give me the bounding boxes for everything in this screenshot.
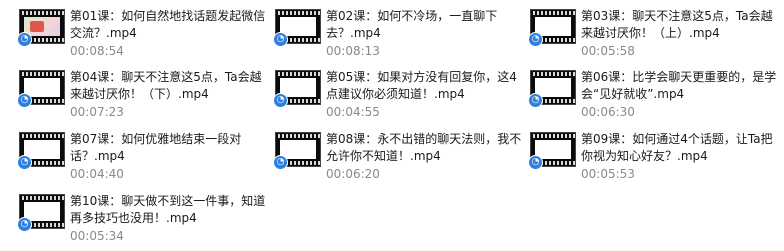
- play-overlay-icon: ◔: [528, 155, 543, 170]
- file-name: 第10课：聊天做不到这一件事，知道再多技巧也没用！.mp4: [70, 194, 266, 225]
- play-overlay-icon: ◔: [273, 93, 288, 108]
- video-file-grid: ◔ 第01课：如何自然地找话题发起微信交流？.mp4 00:08:54 ◔ 第0…: [0, 0, 784, 251]
- play-overlay-icon: ◔: [273, 32, 288, 47]
- file-name: 第06课：比学会聊天更重要的，是学会“见好就收”.mp4: [581, 70, 777, 101]
- play-overlay-icon: ◔: [528, 32, 543, 47]
- file-duration: 00:08:54: [70, 44, 124, 58]
- file-name: 第03课：聊天不注意这5点，Ta会越来越讨厌你！（上）.mp4: [581, 9, 773, 40]
- video-file-icon: ◔: [273, 70, 321, 108]
- file-duration: 00:06:20: [326, 167, 380, 181]
- play-overlay-icon: ◔: [17, 217, 32, 232]
- play-overlay-icon: ◔: [17, 155, 32, 170]
- file-name: 第07课：如何优雅地结束一段对话？.mp4: [70, 132, 242, 163]
- video-file-item[interactable]: ◔ 第07课：如何优雅地结束一段对话？.mp4 00:04:40: [16, 123, 266, 181]
- video-file-item[interactable]: ◔ 第02课：如何不冷场，一直聊下去？.mp4 00:08:13: [272, 0, 522, 58]
- play-overlay-icon: ◔: [17, 93, 32, 108]
- file-duration: 00:08:13: [326, 44, 380, 58]
- file-duration: 00:05:58: [581, 44, 635, 58]
- play-overlay-icon: ◔: [17, 32, 32, 47]
- file-duration: 00:05:53: [581, 167, 635, 181]
- video-file-item[interactable]: ◔ 第05课：如果对方没有回复你，这4点建议你必须知道！.mp4 00:04:5…: [272, 61, 522, 119]
- file-duration: 00:04:55: [326, 105, 380, 119]
- video-file-icon: ◔: [528, 9, 576, 47]
- file-duration: 00:06:30: [581, 105, 635, 119]
- video-file-icon: ◔: [17, 9, 65, 47]
- file-duration: 00:07:23: [70, 105, 124, 119]
- file-name: 第08课：永不出错的聊天法则，我不允许你不知道！.mp4: [326, 132, 522, 163]
- play-overlay-icon: ◔: [273, 155, 288, 170]
- video-file-item[interactable]: ◔ 第09课：如何通过4个话题，让Ta把你视为知心好友？.mp4 00:05:5…: [527, 123, 777, 181]
- file-name: 第01课：如何自然地找话题发起微信交流？.mp4: [70, 9, 266, 40]
- video-file-item[interactable]: ◔ 第08课：永不出错的聊天法则，我不允许你不知道！.mp4 00:06:20: [272, 123, 522, 181]
- video-file-icon: ◔: [528, 70, 576, 108]
- video-file-icon: ◔: [528, 132, 576, 170]
- file-name: 第09课：如何通过4个话题，让Ta把你视为知心好友？.mp4: [581, 132, 773, 163]
- video-file-icon: ◔: [273, 9, 321, 47]
- video-file-icon: ◔: [17, 70, 65, 108]
- file-name: 第05课：如果对方没有回复你，这4点建议你必须知道！.mp4: [326, 70, 517, 101]
- file-name: 第02课：如何不冷场，一直聊下去？.mp4: [326, 9, 498, 40]
- video-file-item[interactable]: ◔ 第04课：聊天不注意这5点，Ta会越来越讨厌你！（下）.mp4 00:07:…: [16, 61, 266, 119]
- play-overlay-icon: ◔: [528, 93, 543, 108]
- video-file-icon: ◔: [17, 132, 65, 170]
- video-file-icon: ◔: [273, 132, 321, 170]
- video-file-item[interactable]: ◔ 第03课：聊天不注意这5点，Ta会越来越讨厌你！（上）.mp4 00:05:…: [527, 0, 777, 58]
- file-duration: 00:05:34: [70, 229, 124, 243]
- video-file-item[interactable]: ◔ 第06课：比学会聊天更重要的，是学会“见好就收”.mp4 00:06:30: [527, 61, 777, 119]
- video-file-icon: ◔: [17, 194, 65, 232]
- file-duration: 00:04:40: [70, 167, 124, 181]
- file-name: 第04课：聊天不注意这5点，Ta会越来越讨厌你！（下）.mp4: [70, 70, 262, 101]
- video-file-item[interactable]: ◔ 第01课：如何自然地找话题发起微信交流？.mp4 00:08:54: [16, 0, 266, 58]
- video-file-item[interactable]: ◔ 第10课：聊天做不到这一件事，知道再多技巧也没用！.mp4 00:05:34: [16, 185, 266, 243]
